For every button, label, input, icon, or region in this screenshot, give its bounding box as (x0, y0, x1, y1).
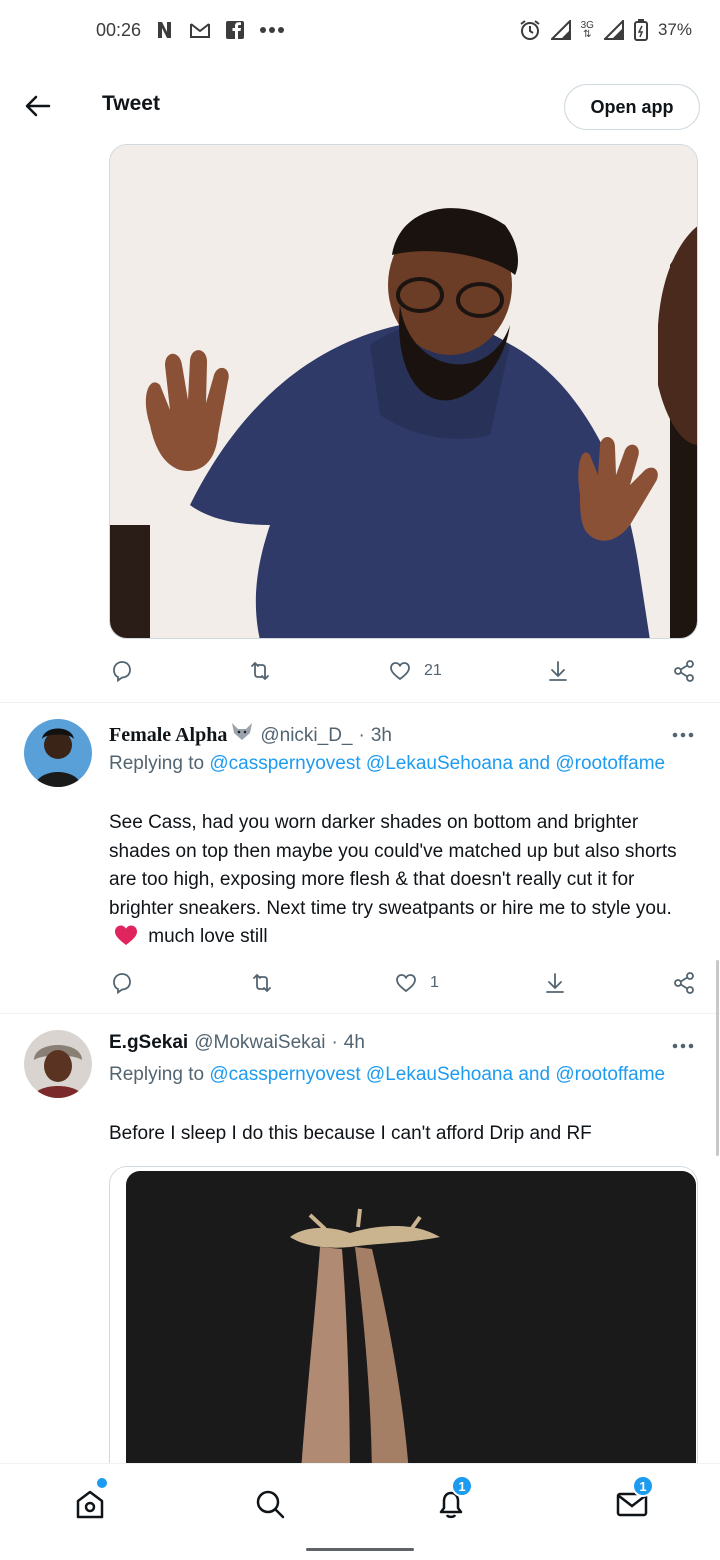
download-arrow-icon (546, 973, 564, 993)
mention-link[interactable]: @rootoffame (555, 753, 665, 774)
avatar-image (24, 719, 92, 787)
like-count: 1 (430, 974, 439, 991)
mention-link[interactable]: @casspernyovest (209, 753, 360, 774)
heart-outline-icon (390, 662, 410, 681)
photo-image (110, 1167, 697, 1486)
reply-button[interactable] (110, 659, 134, 683)
reply-icon (113, 661, 131, 683)
tweet-photo[interactable] (109, 144, 698, 639)
wolf-emoji (230, 721, 254, 741)
alarm-icon (519, 19, 541, 41)
back-button[interactable] (22, 90, 54, 122)
timestamp[interactable]: 4h (344, 1032, 365, 1054)
avatar[interactable] (24, 719, 92, 787)
nav-search[interactable] (250, 1484, 290, 1524)
page-title: Tweet (102, 92, 160, 115)
new-content-dot (97, 1478, 107, 1488)
tweet-header: E.gSekai @MokwaiSekai · 4h (109, 1032, 365, 1054)
more-dots-icon (672, 732, 694, 738)
download-button[interactable] (543, 971, 567, 995)
open-app-button[interactable]: Open app (564, 84, 700, 130)
like-button[interactable]: 1 (394, 971, 439, 995)
bottom-navigation: 1 1 (0, 1463, 720, 1537)
avatar[interactable] (24, 1030, 92, 1098)
avatar-image (24, 1030, 92, 1098)
retweet-button[interactable] (248, 659, 272, 683)
network-type: 3G ⇅ (580, 20, 594, 40)
mention-link[interactable]: @LekauSehoana (366, 1064, 513, 1085)
separator-dot: · (358, 725, 365, 746)
tweet-actions: 21 (0, 651, 720, 691)
arrow-left-icon (25, 95, 51, 117)
tweet-text: See Cass, had you worn darker shades on … (109, 809, 704, 956)
reply-icon (113, 973, 131, 995)
like-count: 21 (424, 662, 442, 679)
display-name[interactable]: Female Alpha (109, 724, 227, 747)
reply-tweet[interactable]: Female Alpha @nicki_D_ · 3h Replying to … (0, 703, 720, 1013)
share-button[interactable] (672, 659, 696, 683)
mention-link[interactable]: @casspernyovest (209, 1064, 360, 1085)
clock: 00:26 (96, 19, 142, 40)
mention-link[interactable]: @LekauSehoana (366, 753, 513, 774)
search-icon (256, 1490, 285, 1519)
battery-icon (633, 19, 648, 41)
top-app-bar: Tweet Open app (0, 72, 720, 142)
signal-icon (603, 20, 624, 40)
reply-button[interactable] (110, 971, 134, 995)
more-dots-icon (259, 26, 285, 34)
message-badge: 1 (632, 1475, 654, 1497)
facebook-icon (225, 20, 245, 40)
more-options-button[interactable] (670, 1036, 696, 1056)
red-heart-emoji (113, 924, 139, 956)
signal-icon (550, 20, 571, 40)
separator-dot: · (331, 1032, 338, 1053)
scroll-indicator (716, 960, 719, 1156)
heart-outline-icon (396, 974, 416, 993)
and-others-link[interactable]: and (518, 1064, 550, 1085)
status-bar: 00:26 3G ⇅ 37% (0, 0, 720, 60)
tweet-photo[interactable] (109, 1166, 698, 1486)
retweet-icon (253, 974, 271, 992)
share-button[interactable] (672, 971, 696, 995)
more-options-button[interactable] (670, 725, 696, 745)
nav-notifications[interactable]: 1 (431, 1475, 473, 1524)
share-icon (674, 972, 694, 994)
nav-messages[interactable]: 1 (612, 1475, 654, 1524)
retweet-icon (251, 662, 269, 680)
tweet-actions: 1 (0, 963, 720, 1003)
notification-badge: 1 (451, 1475, 473, 1497)
and-others-link[interactable]: and (518, 753, 550, 774)
nav-home[interactable] (70, 1478, 110, 1524)
like-button[interactable]: 21 (388, 659, 442, 683)
download-button[interactable] (546, 659, 570, 683)
timestamp[interactable]: 3h (371, 725, 392, 747)
home-icon (76, 1490, 104, 1519)
tweet-header: Female Alpha @nicki_D_ · 3h (109, 721, 392, 747)
replying-to: Replying to @casspernyovest @LekauSehoan… (109, 753, 666, 774)
download-arrow-icon (549, 661, 567, 681)
display-name[interactable]: E.gSekai (109, 1032, 188, 1054)
more-dots-icon (672, 1043, 694, 1049)
user-handle[interactable]: @nicki_D_ (260, 725, 352, 747)
netflix-n-icon (155, 21, 175, 39)
tweet-text: Before I sleep I do this because I can't… (109, 1123, 592, 1144)
replying-to: Replying to @casspernyovest @LekauSehoan… (109, 1064, 666, 1085)
retweet-button[interactable] (250, 971, 274, 995)
photo-image (110, 145, 697, 638)
gmail-icon (189, 21, 211, 39)
user-handle[interactable]: @MokwaiSekai (194, 1032, 325, 1054)
battery-percent: 37% (657, 20, 692, 39)
share-icon (674, 660, 694, 682)
home-gesture-bar[interactable] (306, 1548, 414, 1551)
mention-link[interactable]: @rootoffame (555, 1064, 665, 1085)
